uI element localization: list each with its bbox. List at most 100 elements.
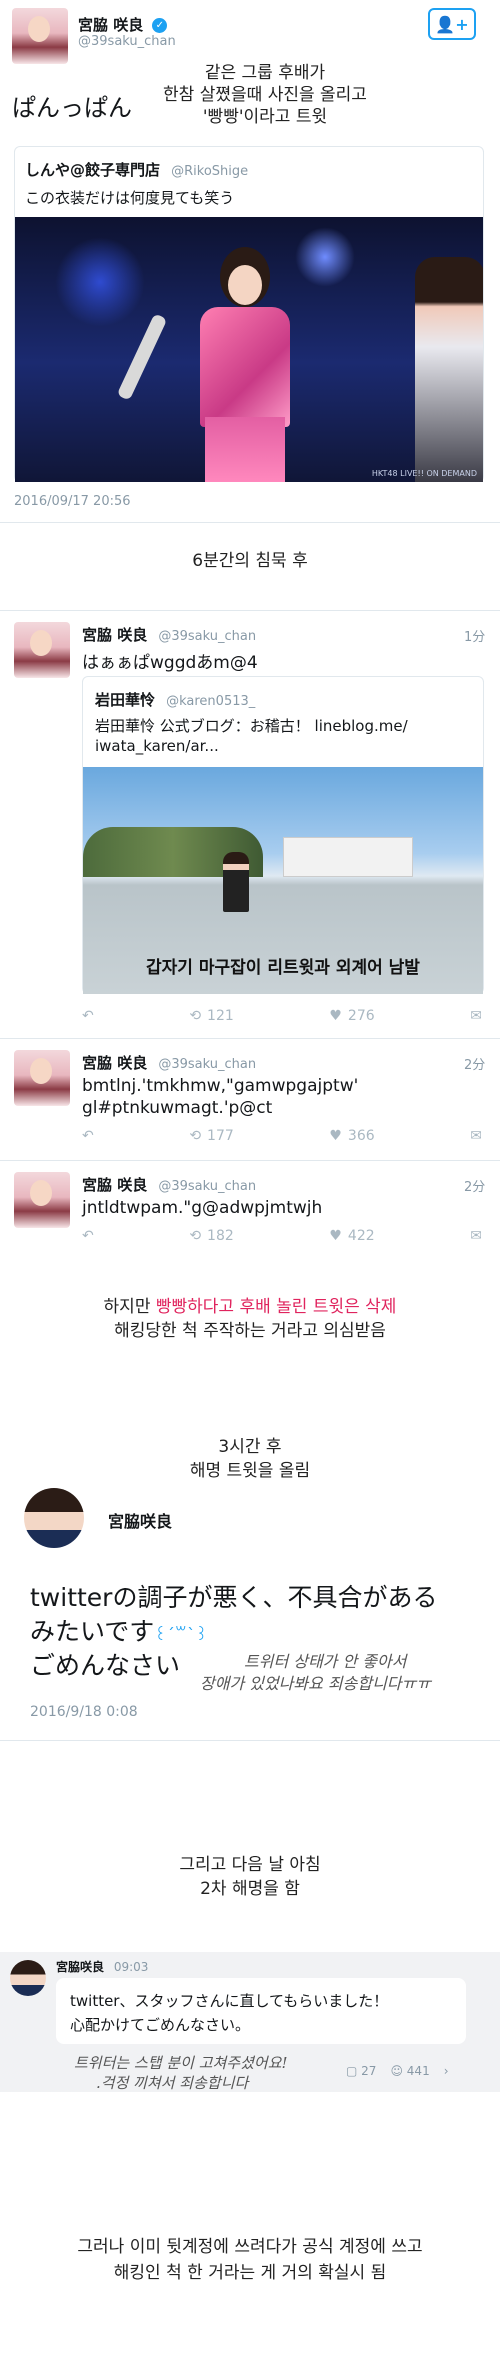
retweet-count: 182 (207, 1228, 234, 1244)
user-name[interactable]: 宮脇咲良 (56, 1960, 104, 1974)
like-button[interactable]: ♥ 276 (329, 1008, 374, 1024)
like-icon: ♥ (329, 1128, 342, 1144)
retweet-button[interactable]: ⟲ 182 (189, 1228, 233, 1244)
reply-button[interactable]: ↶ (82, 1228, 94, 1244)
user-name[interactable]: 宮脇 咲良 (82, 626, 147, 644)
like-button[interactable]: ☺ 441 (390, 2064, 429, 2078)
divider (0, 1160, 500, 1161)
performer-figure (185, 247, 305, 482)
performer-figure (415, 257, 483, 482)
tweet-text: twitter、スタッフさんに直してもらいました！ (70, 1992, 389, 2010)
caption-morning-line1: 그리고 다음 날 아침 (179, 1855, 321, 1875)
building (283, 837, 413, 877)
handwritten-translation: 장애가 있었나봐요 죄송합니다ㅠㅠ (200, 1674, 431, 1693)
tweet-time: 2分 (464, 1180, 486, 1195)
divider (0, 522, 500, 523)
quoted-tweet-text: この衣装だけは何度見ても笑う (25, 189, 235, 207)
avatar[interactable] (12, 8, 68, 64)
dm-icon: ✉ (470, 1008, 482, 1024)
user-name[interactable]: 宮脇 咲良 (78, 16, 143, 34)
retweet-icon: ⟲ (189, 1228, 202, 1244)
tweet-text: はぁぁぱwggdあm@4 (82, 653, 258, 673)
like-button[interactable]: ♥ 422 (329, 1228, 374, 1244)
user-name[interactable]: 宮脇 咲良 (82, 1054, 147, 1072)
user-handle[interactable]: @39saku_chan (158, 1057, 256, 1072)
divider (0, 1740, 500, 1741)
avatar[interactable] (14, 1172, 70, 1228)
quoted-user-handle: @RikoShige (171, 164, 249, 179)
stage-light (55, 237, 145, 327)
sweat-emoji-icon: ꒰ˊ꒳ˋ꒱ (154, 1625, 208, 1644)
avatar[interactable] (24, 1488, 84, 1548)
comment-button[interactable]: ▢ 27 (346, 2064, 376, 2078)
retweet-button[interactable]: ⟲ 177 (189, 1128, 233, 1144)
follow-button[interactable]: 👤+ (428, 8, 476, 40)
stage-photo[interactable]: HKT48 LIVE!! ON DEMAND (15, 217, 483, 482)
user-handle[interactable]: @39saku_chan (78, 34, 176, 49)
reply-button[interactable]: ↶ (82, 1128, 94, 1144)
tweet-text: 心配かけてごめんなさい。 (70, 2016, 251, 2034)
user-name[interactable]: 宮脇 咲良 (82, 1176, 147, 1194)
comment-icon: ▢ (346, 2064, 358, 2078)
caption-line: 같은 그룹 후배가 (204, 63, 326, 83)
tweet-text: ごめんなさい (30, 1651, 181, 1680)
like-button[interactable]: ♥ 366 (329, 1128, 374, 1144)
follow-user-icon: 👤+ (435, 14, 469, 34)
caption-prefix: 하지만 (103, 1297, 156, 1317)
caption-3h-line1: 3시간 후 (218, 1437, 282, 1457)
avatar[interactable] (10, 1960, 46, 1996)
quoted-tweet[interactable]: しんや@餃子専門店 @RikoShige この衣装だけは何度見ても笑う HKT4… (14, 146, 484, 482)
reply-button[interactable]: ↶ (82, 1008, 94, 1024)
dm-icon: ✉ (470, 1228, 482, 1244)
retweet-icon: ⟲ (189, 1128, 202, 1144)
quoted-tweet-text: iwata_karen/ar... (95, 737, 219, 755)
avatar[interactable] (14, 622, 70, 678)
dm-button[interactable]: ✉ (470, 1008, 482, 1024)
caption-line: 한참 살쪘을때 사진을 올리고 (163, 85, 367, 105)
post-time: 09:03 (113, 1960, 149, 1974)
quoted-tweet[interactable]: 岩田華怜 @karen0513_ 岩田華怜 公式ブログ：お稽古！ lineblo… (82, 676, 484, 994)
tweet-timestamp: 2016/09/17 20:56 (14, 494, 131, 509)
tweet-text: gl#ptnkuwmagt.'p@ct (82, 1098, 273, 1118)
dm-button[interactable]: ✉ (470, 1228, 482, 1244)
quoted-user-name: 岩田華怜 (95, 691, 156, 709)
tweet-time: 1分 (464, 630, 486, 645)
like-icon: ♥ (329, 1228, 342, 1244)
quoted-user-handle: @karen0513_ (166, 694, 256, 709)
retweet-count: 177 (207, 1128, 234, 1144)
reply-icon: ↶ (82, 1228, 94, 1244)
handwritten-translation: 트위터는 스탭 분이 고쳐주셨어요! (74, 2054, 288, 2072)
retweet-button[interactable]: ⟲ 121 (189, 1008, 233, 1024)
dm-button[interactable]: ✉ (470, 1128, 482, 1144)
tweet-text: bmtlnj.'tmkhmw,"gamwpgajptw' (82, 1076, 359, 1096)
caption-highlight: 빵빵하다고 후배 놀린 트윗은 삭제 (155, 1297, 397, 1317)
caption-line: '빵빵'이라고 트윗 (202, 107, 328, 127)
caption-morning-line2: 2차 해명을 함 (200, 1879, 300, 1899)
tweet-text: jntldtwpam."g@adwpjmtwjh (82, 1198, 323, 1218)
tweet-text: twitterの調子が悪く、不具合がある (30, 1583, 438, 1612)
image-overlay-caption: 갑자기 마구잡이 리트윗과 외계어 남발 (146, 958, 420, 978)
quoted-tweet-text: 岩田華怜 公式ブログ：お稽古！ lineblog.me/ (95, 717, 408, 735)
handwritten-translation: .걱정 끼쳐서 죄송합니다 (96, 2074, 249, 2092)
user-name[interactable]: 宮脇咲良 (108, 1508, 172, 1532)
caption-final-line2: 해킹인 척 한 거라는 게 거의 확실시 됨 (113, 2263, 387, 2283)
like-count: 366 (347, 1128, 375, 1144)
caption-delete-line1: 하지만 빵빵하다고 후배 놀린 트윗은 삭제 (0, 1296, 500, 1318)
avatar[interactable] (14, 1050, 70, 1106)
retweet-count: 121 (207, 1008, 234, 1024)
tweet-text: みたいです (30, 1617, 155, 1646)
dm-icon: ✉ (470, 1128, 482, 1144)
reply-icon: ↶ (82, 1008, 94, 1024)
like-icon: ♥ (329, 1008, 342, 1024)
like-icon: ☺ (390, 2064, 403, 2078)
divider (0, 610, 500, 611)
chevron-right-icon[interactable]: › (444, 2064, 449, 2078)
like-count: 276 (347, 1008, 375, 1024)
tweet-text: ぱんっぱん (12, 94, 132, 122)
user-handle[interactable]: @39saku_chan (158, 1179, 256, 1194)
person-figure (223, 852, 249, 912)
comment-count: 27 (361, 2064, 377, 2078)
caption-3h-line2: 해명 트윗을 올림 (189, 1461, 311, 1481)
user-handle[interactable]: @39saku_chan (158, 629, 256, 644)
rooftop-photo[interactable]: 갑자기 마구잡이 리트윗과 외계어 남발 (83, 767, 483, 994)
